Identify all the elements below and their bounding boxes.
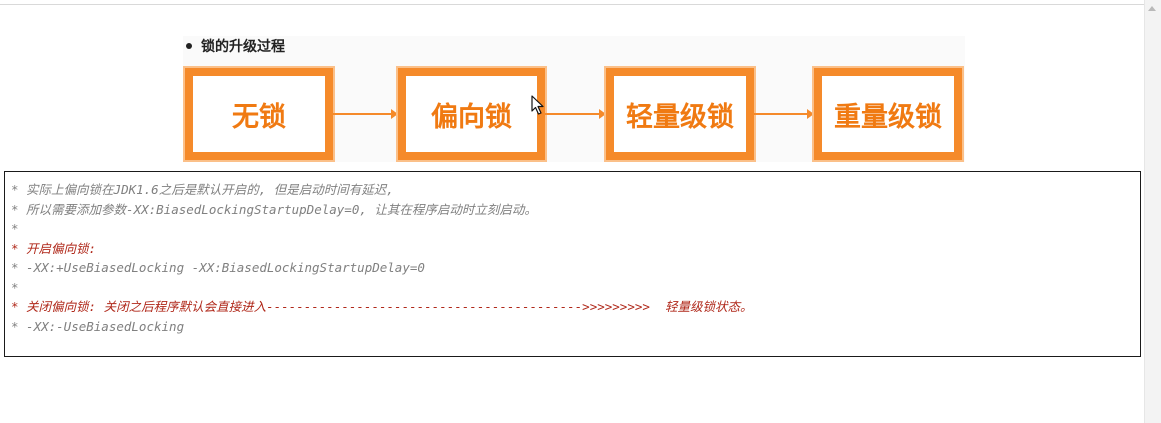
stage-label: 偏向锁 [431, 101, 512, 133]
heading-text: 锁的升级过程 [201, 39, 285, 55]
stage-label: 无锁 [232, 101, 286, 133]
code-line: * [11, 279, 19, 295]
stage-label: 轻量级锁 [626, 101, 734, 133]
stage-no-lock: 无锁 [185, 68, 333, 160]
section-heading: 锁的升级过程 [186, 36, 285, 56]
arrow-right-icon [545, 109, 606, 119]
code-comment-block: * 实际上偏向锁在JDK1.6之后是默认开启的, 但是启动时间有延迟, * 所以… [4, 171, 1141, 357]
stage-heavyweight-lock: 重量级锁 [814, 68, 962, 160]
code-line-highlight: * 关闭偏向锁: 关闭之后程序默认会直接进入------------------… [11, 299, 753, 314]
bullet-icon [186, 43, 192, 49]
stage-lightweight-lock: 轻量级锁 [606, 68, 754, 160]
code-line: * -XX:+UseBiasedLocking -XX:BiasedLockin… [11, 260, 425, 275]
code-line: * [11, 221, 19, 236]
code-line: * -XX:-UseBiasedLocking [11, 318, 185, 334]
scroll-up-arrow-icon[interactable] [1148, 6, 1156, 11]
code-line: * 实际上偏向锁在JDK1.6之后是默认开启的, 但是启动时间有延迟, [11, 182, 394, 197]
code-line: * 所以需要添加参数-XX:BiasedLockingStartupDelay=… [11, 201, 537, 217]
stage-label: 重量级锁 [834, 101, 942, 133]
arrow-right-icon [333, 109, 398, 119]
arrow-right-icon [754, 109, 814, 119]
code-line-highlight: * 开启偏向锁: [11, 240, 97, 256]
vertical-scrollbar[interactable] [1144, 0, 1161, 423]
stage-biased-lock: 偏向锁 [398, 68, 545, 160]
top-divider [0, 4, 1145, 5]
mouse-pointer-icon [531, 95, 544, 115]
